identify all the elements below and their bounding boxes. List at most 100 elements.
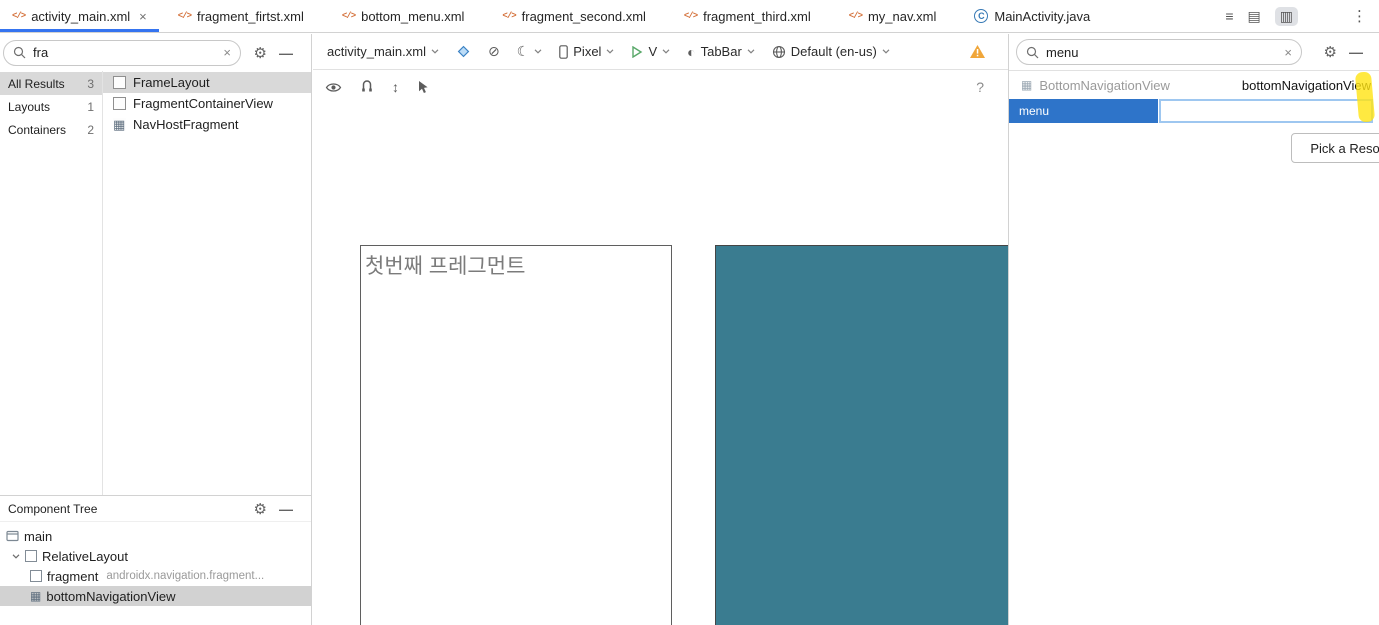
chevron-down-icon [747, 49, 755, 54]
api-label: V [648, 44, 658, 59]
device-preview-second[interactable] [715, 245, 1008, 625]
magnet-icon[interactable] [360, 80, 374, 94]
file-variant-label: activity_main.xml [327, 44, 426, 59]
attributes-hide-icon[interactable]: — [1349, 44, 1363, 60]
design-surface-icon[interactable] [456, 44, 471, 59]
attributes-search-input[interactable] [1046, 44, 1279, 60]
tab-label: fragment_second.xml [521, 8, 646, 24]
night-mode-selector[interactable]: ☾ [517, 43, 543, 60]
pick-resource-button[interactable]: Pick a Reso [1291, 133, 1379, 163]
attributes-settings-gear-icon[interactable]: ⚙ [1324, 43, 1337, 61]
palette-hide-icon[interactable]: — [279, 45, 293, 61]
file-variant-selector[interactable]: activity_main.xml [327, 44, 439, 59]
item-label: FrameLayout [133, 75, 210, 90]
device-preview-first-fragment[interactable]: 첫번째 프레그먼트 [360, 245, 672, 625]
tree-item-bottomnavigationview[interactable]: ▦ bottomNavigationView [0, 586, 311, 606]
palette-category-layouts[interactable]: Layouts 1 [0, 95, 102, 118]
palette-item-fragmentcontainerview[interactable]: FragmentContainerView [103, 93, 311, 114]
chevron-down-icon [607, 49, 614, 54]
theme-label: TabBar [700, 44, 742, 59]
palette-panel: × ⚙ — All Results 3 Layouts 1 Containers… [0, 34, 312, 625]
close-icon[interactable]: × [139, 9, 147, 24]
help-icon[interactable]: ? [976, 79, 984, 95]
tab-label: fragment_third.xml [703, 8, 811, 24]
component-tree-title: Component Tree [8, 501, 98, 516]
design-toolbar: activity_main.xml ⊘ ☾ Pixel V ◐ TabBar D… [313, 34, 1008, 70]
chevron-down-icon [431, 49, 439, 54]
attributes-panel: × ⚙ — ▦ BottomNavigationView bottomNavig… [1008, 34, 1379, 625]
view-options-eye-icon[interactable] [325, 81, 342, 94]
preview-mode-icon[interactable]: ▥ [1274, 6, 1298, 26]
chevron-down-icon [534, 49, 542, 54]
category-label: Layouts [8, 99, 51, 114]
clear-search-icon[interactable]: × [1284, 45, 1292, 60]
xml-file-icon: </> [12, 11, 26, 21]
bottomnavigationview-icon: ▦ [30, 589, 42, 603]
palette-search-box[interactable]: × [3, 39, 241, 66]
xml-file-icon: </> [502, 11, 516, 21]
selected-component-header: ▦ BottomNavigationView bottomNavigationV… [1009, 71, 1379, 99]
layout-editor-toolbar: ↕ ? [313, 70, 1008, 104]
category-label: All Results [8, 76, 65, 91]
tab-label: MainActivity.java [994, 8, 1091, 24]
tab-my-nav-xml[interactable]: </> my_nav.xml [830, 0, 956, 32]
tree-item-detail: androidx.navigation.fragment... [106, 570, 265, 582]
palette-search-input[interactable] [33, 45, 218, 60]
cursor-icon[interactable] [417, 80, 429, 94]
tree-item-relativelayout[interactable]: RelativeLayout [0, 546, 311, 566]
search-icon [13, 46, 26, 59]
palette-body: All Results 3 Layouts 1 Containers 2 Fra… [0, 71, 311, 495]
category-count: 3 [87, 76, 94, 91]
palette-settings-gear-icon[interactable]: ⚙ [254, 44, 267, 62]
theme-selector[interactable]: ◐ TabBar [687, 44, 755, 60]
margins-icon[interactable]: ↕ [392, 79, 399, 95]
split-editor-icon[interactable]: ▤ [1248, 8, 1261, 25]
palette-item-navhostfragment[interactable]: ▦ NavHostFragment [103, 114, 311, 135]
device-selector[interactable]: Pixel [559, 44, 614, 59]
orientation-icon[interactable]: ⊘ [488, 43, 500, 60]
navhostfragment-icon: ▦ [113, 117, 126, 132]
tab-bar: </> activity_main.xml × </> fragment_fir… [0, 0, 1379, 33]
palette-item-framelayout[interactable]: FrameLayout [103, 72, 311, 93]
phone-icon [559, 44, 569, 59]
locale-selector[interactable]: Default (en-us) [772, 44, 890, 59]
editor-mode-controls: ≡ ▤ ▥ ⋮ [1225, 0, 1379, 32]
component-tree-settings-gear-icon[interactable]: ⚙ [254, 500, 267, 518]
tree-item-main[interactable]: main [0, 526, 311, 546]
component-tree-header: Component Tree ⚙ — [0, 496, 311, 522]
tab-bottom-menu-xml[interactable]: </> bottom_menu.xml [323, 0, 484, 32]
tab-fragment-second-xml[interactable]: </> fragment_second.xml [483, 0, 664, 32]
fragment-text: 첫번째 프레그먼트 [365, 255, 526, 278]
tab-fragment-firtst-xml[interactable]: </> fragment_firtst.xml [159, 0, 323, 32]
attribute-name-menu[interactable]: menu [1009, 99, 1158, 123]
attributes-search-box[interactable]: × [1016, 39, 1302, 65]
globe-icon [772, 45, 785, 58]
hamburger-menu-icon[interactable]: ≡ [1225, 8, 1233, 24]
tab-mainactivity-java[interactable]: C MainActivity.java [955, 0, 1109, 32]
tree-item-label: RelativeLayout [42, 548, 128, 564]
framelayout-icon [113, 76, 126, 89]
moon-icon: ☾ [516, 43, 530, 59]
xml-file-icon: </> [341, 11, 356, 21]
nav-graph-icon [6, 530, 19, 542]
attribute-row-menu: menu [1009, 99, 1379, 123]
palette-category-all-results[interactable]: All Results 3 [0, 72, 102, 95]
tree-item-fragment[interactable]: fragment androidx.navigation.fragment... [0, 566, 311, 586]
xml-file-icon: </> [177, 11, 192, 21]
attribute-value-input[interactable] [1159, 99, 1373, 123]
palette-search-row: × ⚙ — [0, 34, 311, 71]
warning-icon[interactable] [969, 44, 986, 59]
xml-file-icon: </> [683, 11, 698, 21]
palette-category-containers[interactable]: Containers 2 [0, 118, 102, 141]
fragment-icon [30, 570, 42, 582]
category-count: 2 [87, 122, 94, 137]
category-label: Containers [8, 122, 67, 137]
more-options-icon[interactable]: ⋮ [1352, 7, 1367, 25]
search-icon [1026, 46, 1039, 58]
tab-fragment-third-xml[interactable]: </> fragment_third.xml [665, 0, 830, 32]
clear-search-icon[interactable]: × [223, 45, 231, 60]
tab-activity-main-xml[interactable]: </> activity_main.xml × [0, 0, 159, 32]
api-selector[interactable]: V [631, 44, 670, 59]
device-label: Pixel [573, 44, 602, 59]
component-tree-hide-icon[interactable]: — [279, 501, 293, 517]
